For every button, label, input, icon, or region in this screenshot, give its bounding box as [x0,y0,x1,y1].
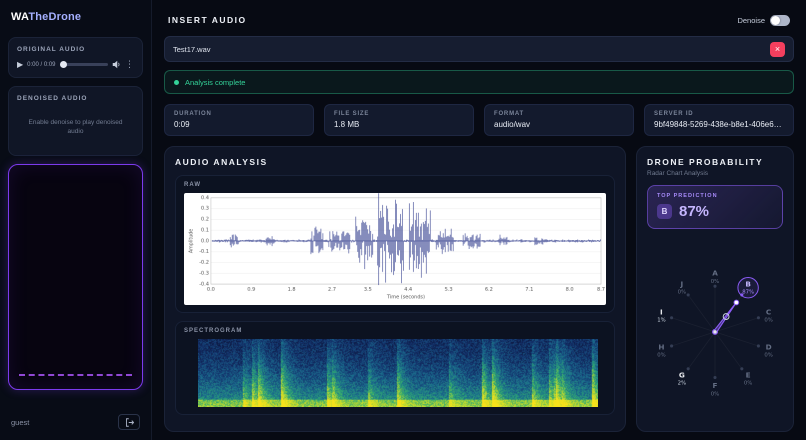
stat-label: FORMAT [494,111,624,117]
radar-subtitle: Radar Chart Analysis [647,170,783,177]
stat-value: 1.8 MB [334,120,464,129]
svg-text:G: G [679,370,685,379]
svg-text:87%: 87% [742,290,754,296]
raw-label: RAW [184,182,606,188]
stat-value: audio/wav [494,120,624,129]
denoised-audio-empty-text: Enable denoise to play denoised audio [17,109,134,147]
top-prediction-label: TOP PREDICTION [657,193,773,199]
denoised-audio-card: DENOISED AUDIO Enable denoise to play de… [8,86,143,156]
seek-bar[interactable] [60,63,108,66]
file-name: Test17.wav [173,45,211,54]
svg-text:H: H [658,342,664,351]
svg-text:0%: 0% [711,279,719,285]
sidebar: WATheDrone ORIGINAL AUDIO ▶ 0:00 / 0:09 … [0,0,152,440]
status-dot [174,80,179,85]
player-menu-icon[interactable]: ⋮ [125,60,134,69]
waveform-panel [8,164,143,390]
svg-text:D: D [766,342,772,351]
audio-player[interactable]: ▶ 0:00 / 0:09 ⋮ [17,60,134,69]
lower-section: AUDIO ANALYSIS RAW SPECTROGRAM DRONE PRO… [164,146,794,432]
denoise-toggle[interactable] [770,15,790,26]
svg-text:F: F [713,381,718,390]
logout-button[interactable] [118,414,140,430]
svg-text:I: I [660,307,663,316]
svg-text:A: A [712,269,718,278]
drone-probability-title: DRONE PROBABILITY [647,157,783,167]
audio-analysis-title: AUDIO ANALYSIS [175,157,615,167]
svg-text:1%: 1% [657,318,665,324]
play-icon[interactable]: ▶ [17,61,23,69]
top-class-badge: B [657,204,672,219]
stat-value: 0:09 [174,120,304,129]
svg-text:2%: 2% [678,381,686,387]
denoised-waveform-placeholder [19,374,132,376]
stat-label: FILE SIZE [334,111,464,117]
stat-card-format: FORMAT audio/wav [484,104,634,136]
spectrogram-label: SPECTROGRAM [184,328,606,334]
original-audio-card: ORIGINAL AUDIO ▶ 0:00 / 0:09 ⋮ [8,37,143,78]
svg-text:B: B [745,279,751,288]
brand-part2: TheDrone [28,11,81,23]
spectrogram-chart [198,339,598,407]
raw-waveform-chart [184,193,606,305]
volume-icon[interactable] [112,60,121,69]
player-time: 0:00 / 0:09 [27,62,55,68]
top-prediction-card: TOP PREDICTION B 87% [647,185,783,229]
top-prediction-row: B 87% [657,203,773,220]
spectrogram-card: SPECTROGRAM [175,321,615,415]
top-prediction-value: 87% [679,203,709,220]
username: guest [11,418,29,427]
svg-text:0%: 0% [678,290,686,296]
svg-text:E: E [746,370,751,379]
main-content: INSERT AUDIO Denoise Test17.wav × Analys… [152,0,806,440]
stat-card-duration: DURATION 0:09 [164,104,314,136]
radar-chart: A0%B87%C0%D0%E0%F0%G2%H0%I1%J0% [647,233,783,421]
remove-file-button[interactable]: × [770,42,785,57]
svg-text:C: C [766,307,771,316]
insert-audio-title: INSERT AUDIO [168,15,247,25]
denoise-control: Denoise [737,15,790,26]
audio-analysis-panel: AUDIO ANALYSIS RAW SPECTROGRAM [164,146,626,432]
analysis-status-banner: Analysis complete [164,70,794,94]
seek-knob[interactable] [60,61,67,68]
stats-row: DURATION 0:09 FILE SIZE 1.8 MB FORMAT au… [164,104,794,136]
svg-text:0%: 0% [744,381,752,387]
sidebar-footer: guest [8,414,143,430]
svg-text:0%: 0% [764,353,772,359]
insert-audio-header: INSERT AUDIO Denoise [164,10,794,30]
denoise-label: Denoise [737,16,765,25]
stat-card-file-size: FILE SIZE 1.8 MB [324,104,474,136]
app-logo: WATheDrone [11,11,143,23]
svg-text:0%: 0% [711,391,719,397]
denoised-audio-title: DENOISED AUDIO [17,95,134,102]
svg-text:0%: 0% [764,318,772,324]
status-text: Analysis complete [185,78,245,87]
raw-waveform-card: RAW [175,175,615,313]
brand-part1: WA [11,11,28,23]
original-audio-title: ORIGINAL AUDIO [17,46,134,53]
drone-probability-panel: DRONE PROBABILITY Radar Chart Analysis T… [636,146,794,432]
stat-label: SERVER ID [654,111,784,117]
stat-label: DURATION [174,111,304,117]
app-root: WATheDrone ORIGINAL AUDIO ▶ 0:00 / 0:09 … [0,0,806,440]
svg-text:J: J [680,279,684,288]
stat-card-server-id: SERVER ID 9bf49848-5269-438e-b8e1-406e6c… [644,104,794,136]
stat-value: 9bf49848-5269-438e-b8e1-406e6c26c5c0.wav [654,120,784,129]
toggle-knob [771,16,780,25]
svg-text:0%: 0% [657,353,665,359]
uploaded-file-row: Test17.wav × [164,36,794,62]
logout-icon [125,418,134,427]
